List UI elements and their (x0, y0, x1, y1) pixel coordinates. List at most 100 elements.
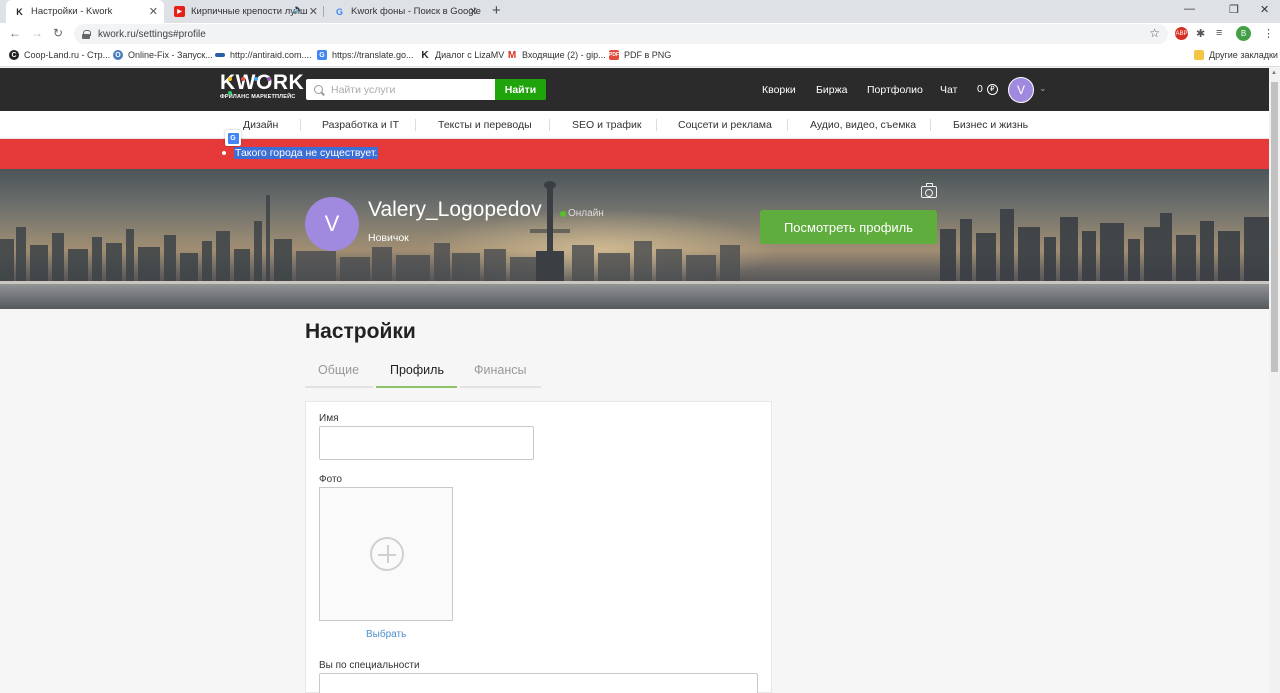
bookmark-star-icon[interactable]: ☆ (1149, 26, 1160, 40)
photo-upload-area[interactable] (319, 487, 453, 621)
lock-icon (82, 29, 91, 39)
search-box (306, 79, 496, 100)
logo-subtitle: ФРИЛАНС МАРКЕТПЛЕЙС (220, 94, 296, 100)
browser-tab-kwork[interactable]: K Настройки - Kwork ✕ (6, 0, 164, 23)
error-message: Такого города не существует. (222, 147, 379, 159)
error-text: Такого города не существует. (234, 147, 379, 159)
bookmark-label: https://translate.go... (332, 50, 414, 60)
name-input[interactable] (319, 426, 534, 460)
divider (415, 119, 416, 131)
category-business[interactable]: Бизнес и жизнь (953, 119, 1028, 131)
divider (549, 119, 550, 131)
address-bar[interactable]: kwork.ru/settings#profile ☆ (74, 24, 1168, 44)
bookmark-item[interactable]: PDF PDF в PNG (609, 50, 671, 60)
browser-tab-strip: K Настройки - Kwork ✕ ▶ Кирпичные крепос… (0, 0, 1280, 23)
category-av[interactable]: Аудио, видео, съемка (810, 119, 916, 131)
profile-level: Новичок (368, 232, 409, 244)
divider (300, 119, 301, 131)
browser-tab-google[interactable]: G Kwork фоны - Поиск в Google ✕ (326, 0, 484, 23)
nav-kworks[interactable]: Кворки (762, 84, 796, 96)
bookmark-item[interactable]: Ghttps://translate.go... (317, 50, 414, 60)
choose-photo-link[interactable]: Выбрать (366, 629, 406, 640)
view-profile-button[interactable]: Посмотреть профиль (760, 210, 937, 244)
reading-list-icon[interactable]: ≡ (1216, 27, 1222, 39)
nav-chat[interactable]: Чат (940, 84, 957, 96)
kwork-logo[interactable]: KWORK ФРИЛАНС МАРКЕТПЛЕЙС (220, 70, 304, 106)
minimize-icon[interactable]: — (1184, 3, 1195, 15)
close-tab-icon[interactable]: ✕ (149, 5, 158, 18)
bookmark-item[interactable]: C Coop-Land.ru - Стр... (9, 50, 110, 60)
bookmarks-bar: C Coop-Land.ru - Стр... O Online-Fix - Зап… (0, 45, 1280, 67)
close-tab-icon[interactable]: ✕ (309, 5, 318, 18)
profile-username: Valery_Logopedov (368, 198, 542, 221)
bullet (222, 151, 226, 155)
scroll-up-icon[interactable]: ▲ (1271, 70, 1277, 76)
url-text: kwork.ru/settings#profile (98, 28, 206, 40)
page-title: Настройки (305, 320, 416, 343)
specialty-input[interactable] (319, 673, 758, 693)
bookmark-item[interactable]: M Входящие (2) - gip... (507, 50, 606, 61)
search-input[interactable] (331, 83, 481, 96)
tab-title: Настройки - Kwork (31, 6, 113, 17)
bookmark-item[interactable]: O Online-Fix - Запуск... (113, 50, 213, 60)
bookmark-label: http://antiraid.com.... (230, 50, 312, 60)
divider (930, 119, 931, 131)
bookmark-label: Online-Fix - Запуск... (128, 50, 213, 60)
profile-avatar[interactable]: V (305, 197, 359, 251)
bookmark-label: Coop-Land.ru - Стр... (24, 50, 111, 60)
speaker-icon[interactable]: 🔈 (293, 4, 304, 15)
search-button[interactable]: Найти (495, 79, 546, 100)
balance[interactable]: 0 ₽ (977, 83, 998, 95)
category-texts[interactable]: Тексты и переводы (438, 119, 532, 131)
balance-amount: 0 (977, 83, 983, 95)
restore-icon[interactable]: ❐ (1229, 3, 1239, 16)
scrollbar-thumb[interactable] (1271, 82, 1278, 372)
cover-rail (0, 281, 1269, 284)
pdf-icon: PDF (609, 50, 619, 60)
logo-garland (228, 70, 292, 95)
error-banner (0, 139, 1269, 169)
bookmark-item[interactable]: http://antiraid.com.... (215, 50, 312, 60)
online-dot-icon (560, 210, 566, 217)
divider (787, 119, 788, 131)
nav-exchange[interactable]: Биржа (816, 84, 847, 96)
browser-profile-avatar[interactable]: В (1236, 26, 1251, 41)
tab-general[interactable]: Общие (305, 362, 373, 388)
bookmark-label: Входящие (2) - gip... (522, 50, 606, 60)
chevron-down-icon[interactable]: ⌄ (1039, 83, 1047, 94)
page-scrollbar[interactable]: ▲ (1269, 68, 1280, 693)
category-dev[interactable]: Разработка и IT (322, 119, 399, 131)
browser-toolbar: ← → ↻ kwork.ru/settings#profile ☆ ABP ✱ … (0, 23, 1280, 45)
category-seo[interactable]: SEO и трафик (572, 119, 641, 131)
folder-icon (1194, 50, 1204, 60)
forward-icon[interactable]: → (31, 26, 43, 40)
browser-tab-youtube[interactable]: ▶ Кирпичные крепости лучш 🔈 ✕ (166, 0, 324, 23)
google-translate-icon[interactable]: G (225, 130, 241, 146)
status-text: Онлайн (568, 208, 604, 219)
bookmark-item[interactable]: K Диалог с LizaMV (420, 49, 504, 61)
adblock-extension-icon[interactable]: ABP (1175, 27, 1188, 40)
back-icon[interactable]: ← (9, 26, 21, 40)
bookmark-label: Другие закладки (1209, 50, 1278, 60)
category-social[interactable]: Соцсети и реклама (678, 119, 772, 131)
tab-title: Кирпичные крепости лучш (191, 6, 308, 17)
close-window-icon[interactable]: ✕ (1260, 3, 1269, 16)
extensions-puzzle-icon[interactable]: ✱ (1196, 27, 1205, 40)
kwork-icon: K (421, 49, 429, 61)
youtube-favicon-icon: ▶ (174, 6, 185, 17)
online-status: Онлайн (560, 208, 604, 219)
tab-finances[interactable]: Финансы (460, 362, 541, 388)
tab-profile[interactable]: Профиль (376, 362, 457, 388)
reload-icon[interactable]: ↻ (53, 26, 63, 40)
bookmark-label: PDF в PNG (624, 50, 672, 60)
camera-icon[interactable] (921, 183, 937, 198)
header-user-avatar[interactable]: V (1008, 77, 1034, 103)
nav-portfolio[interactable]: Портфолио (867, 84, 923, 96)
kwork-favicon-icon: K (16, 6, 23, 17)
close-tab-icon[interactable]: ✕ (469, 5, 478, 18)
category-design[interactable]: Дизайн (243, 119, 278, 131)
other-bookmarks[interactable]: Другие закладки (1194, 50, 1278, 60)
browser-menu-icon[interactable]: ⋮ (1263, 27, 1274, 40)
new-tab-button[interactable]: + (492, 2, 501, 19)
profile-cover (0, 169, 1269, 309)
